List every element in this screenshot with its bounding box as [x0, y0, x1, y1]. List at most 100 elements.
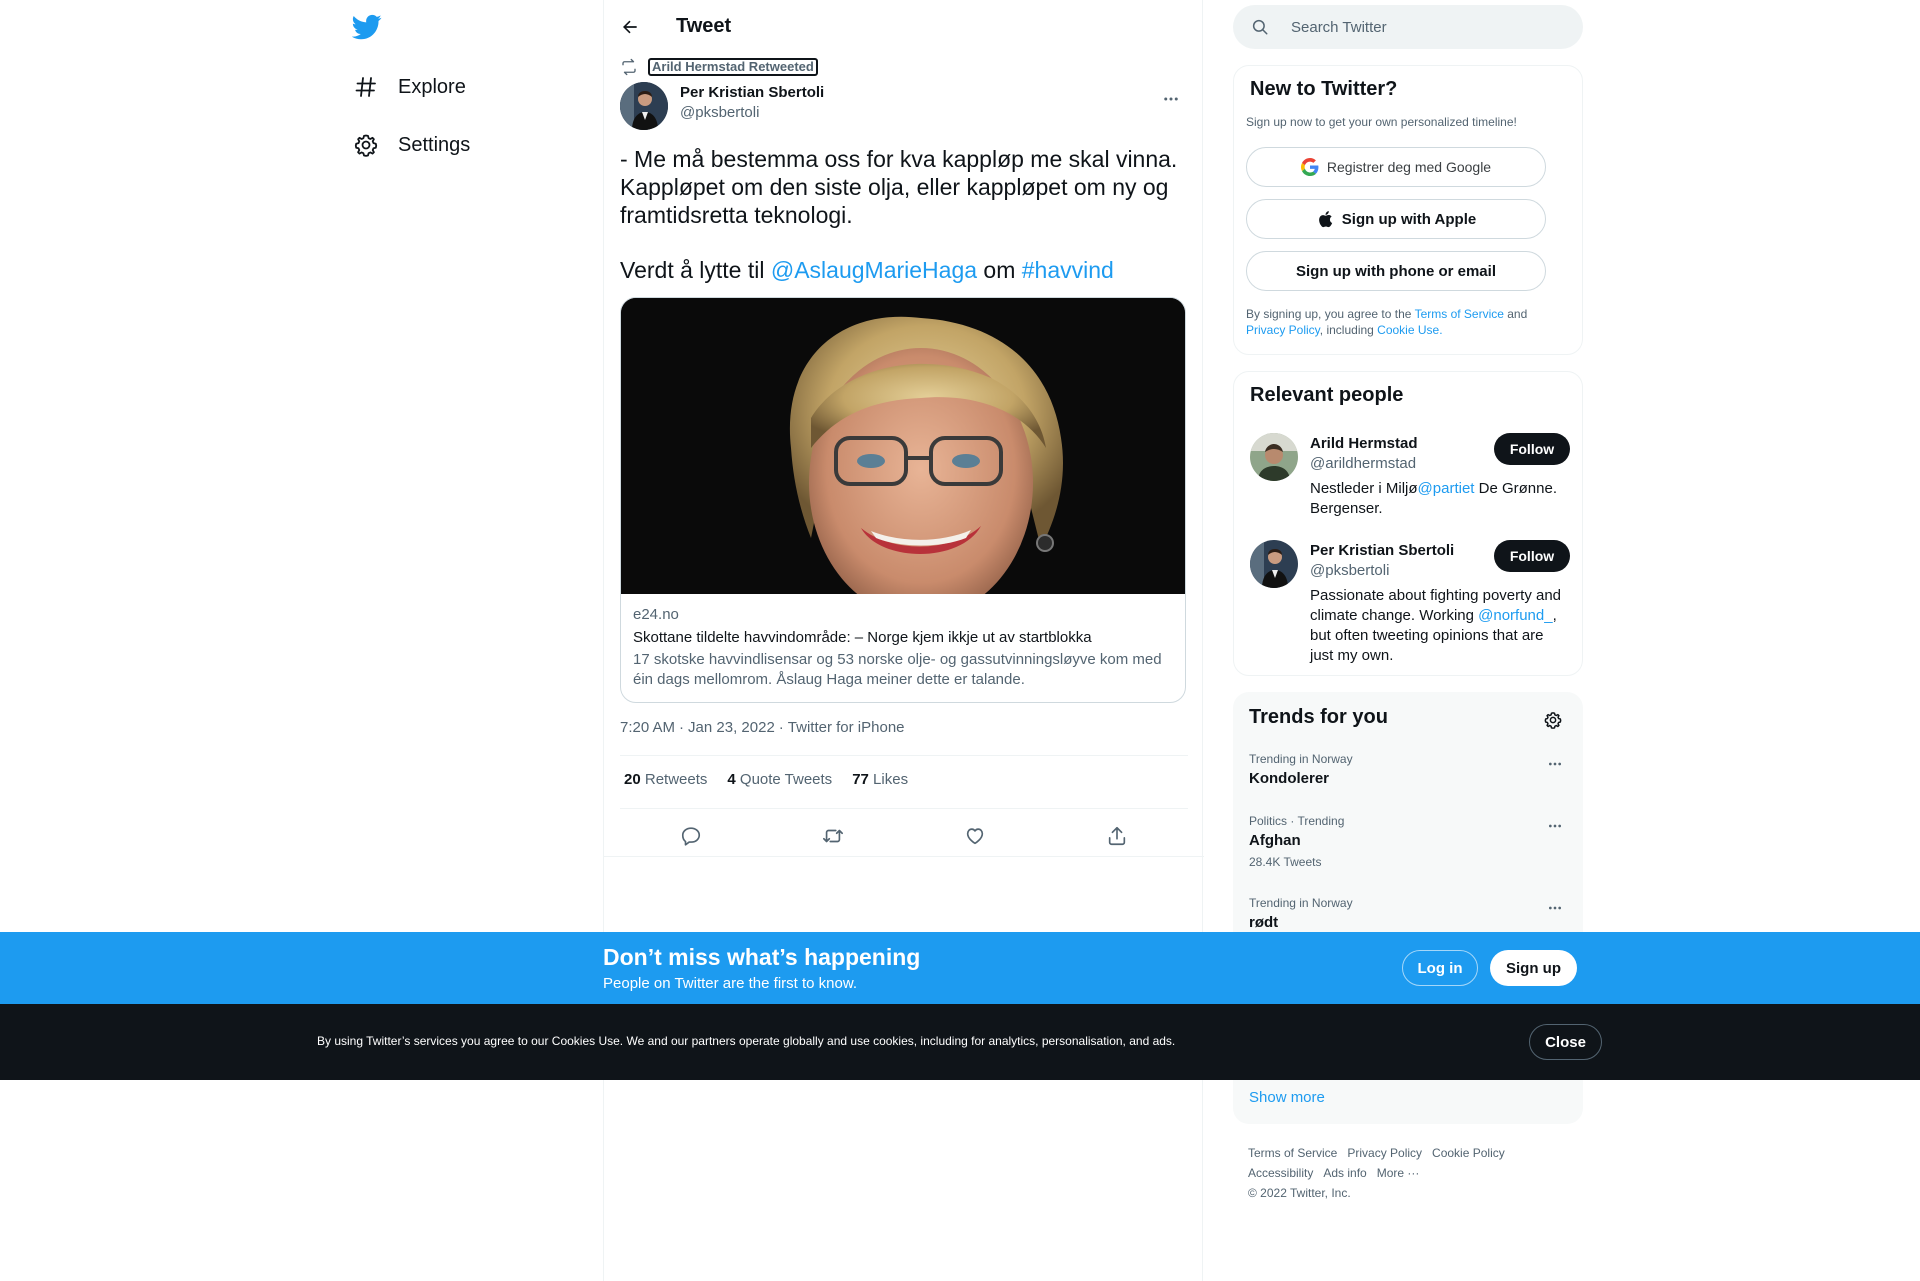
back-button[interactable] — [612, 9, 648, 45]
apple-signup-button[interactable]: Sign up with Apple — [1246, 199, 1546, 239]
trend-context: Trending in Norway — [1249, 896, 1353, 910]
tweet-text: - Me må bestemma oss for kva kappløp me … — [620, 146, 1178, 228]
google-signup-button[interactable]: Registrer deg med Google — [1246, 147, 1546, 187]
signup-terms: By signing up, you agree to the Terms of… — [1246, 306, 1566, 338]
heart-icon — [966, 828, 984, 845]
bio-mention-link[interactable]: @partiet — [1418, 480, 1475, 497]
trend-item[interactable]: Trending in Norway rødt — [1249, 896, 1569, 931]
new-to-twitter-subtitle: Sign up now to get your own personalized… — [1246, 115, 1517, 129]
retweets-stat[interactable]: 20 Retweets — [624, 771, 707, 788]
hashtag-link[interactable]: #havvind — [1022, 257, 1114, 283]
trend-more-button[interactable] — [1541, 896, 1569, 920]
quote-tweets-stat[interactable]: 4 Quote Tweets — [727, 771, 832, 788]
cookie-use-link[interactable]: Cookie Use. — [1377, 323, 1442, 337]
author-name[interactable]: Per Kristian Sbertoli — [680, 84, 824, 101]
like-button[interactable] — [957, 818, 993, 854]
footer-copyright: © 2022 Twitter, Inc. — [1248, 1186, 1351, 1200]
author-avatar[interactable] — [620, 82, 668, 130]
footer-more-link[interactable]: More ··· — [1377, 1166, 1420, 1180]
trend-more-button[interactable] — [1541, 752, 1569, 776]
apple-signup-label: Sign up with Apple — [1341, 210, 1477, 228]
footer-ads-info-link[interactable]: Ads info — [1323, 1166, 1366, 1180]
cookie-close-button[interactable]: Close — [1529, 1024, 1602, 1060]
footer-privacy-link[interactable]: Privacy Policy — [1347, 1146, 1422, 1160]
footer-terms-link[interactable]: Terms of Service — [1248, 1146, 1337, 1160]
tweet-text-second-paragraph: Verdt å lytte til @AslaugMarieHaga om #h… — [620, 256, 1192, 284]
more-icon — [1549, 824, 1561, 828]
divider — [604, 856, 1204, 857]
cookie-banner: By using Twitter’s services you agree to… — [0, 1004, 1920, 1080]
main-column: Tweet Arild Hermstad Retweeted Per Krist… — [603, 0, 1204, 1281]
nav-settings[interactable]: Settings — [352, 123, 486, 167]
main-header: Tweet — [604, 0, 1204, 53]
trend-tweet-count: 28.4K Tweets — [1249, 855, 1322, 869]
search-input[interactable] — [1291, 18, 1561, 36]
person-handle[interactable]: @arildhermstad — [1310, 455, 1416, 472]
divider — [620, 755, 1188, 756]
mention-link[interactable]: @AslaugMarieHaga — [771, 257, 977, 283]
bio-text: Nestleder i Miljø — [1310, 480, 1418, 497]
meta-separator: · — [778, 719, 784, 736]
tweet-source[interactable]: Twitter for iPhone — [788, 719, 905, 736]
card-domain: e24.no — [633, 606, 679, 623]
trend-context: Trending in Norway — [1249, 752, 1353, 766]
page-title: Tweet — [676, 15, 732, 37]
footer-links: Terms of Service Privacy Policy Cookie Pol… — [1248, 1143, 1568, 1203]
trends-settings-button[interactable] — [1537, 704, 1569, 736]
google-icon — [1300, 158, 1319, 176]
retweeter-link[interactable]: Arild Hermstad Retweeted — [648, 58, 818, 76]
tweet-metadata: 7:20 AM · Jan 23, 2022 · Twitter for iPh… — [620, 719, 905, 736]
trend-more-button[interactable] — [1541, 814, 1569, 838]
retweet-icon — [620, 58, 638, 76]
share-icon — [1108, 826, 1126, 846]
twitter-logo-icon[interactable] — [351, 12, 384, 44]
share-button[interactable] — [1099, 818, 1135, 854]
nav-explore[interactable]: Explore — [352, 65, 482, 109]
login-button[interactable]: Log in — [1402, 950, 1478, 986]
retweet-button[interactable] — [815, 818, 851, 854]
person-name[interactable]: Per Kristian Sbertoli — [1310, 542, 1454, 559]
new-to-twitter-panel: New to Twitter? Sign up now to get your … — [1233, 65, 1583, 355]
card-body: e24.no Skottane tildelte havvindområde: … — [633, 606, 1178, 690]
person-name[interactable]: Arild Hermstad — [1310, 435, 1418, 452]
tweet-date[interactable]: Jan 23, 2022 — [688, 719, 775, 736]
footer-row: Terms of Service Privacy Policy Cookie Pol… — [1248, 1143, 1568, 1163]
banner-title: Don’t miss what’s happening — [603, 944, 921, 970]
avatar[interactable] — [1250, 540, 1298, 588]
reply-button[interactable] — [673, 818, 709, 854]
person-card[interactable]: Arild Hermstad @arildhermstad Follow Nes… — [1250, 433, 1570, 533]
trend-item[interactable]: Trending in Norway Kondolerer — [1249, 752, 1569, 787]
person-bio: Nestleder i Miljø@partiet De Grønne. Ber… — [1310, 479, 1570, 519]
show-more-link[interactable]: Show more — [1249, 1089, 1325, 1106]
relevant-people-panel: Relevant people Arild Hermstad @arildher… — [1233, 371, 1583, 676]
cookie-notice-text: By using Twitter’s services you agree to… — [317, 1034, 1176, 1048]
avatar[interactable] — [1250, 433, 1298, 481]
more-options-button[interactable] — [1154, 82, 1188, 116]
retweets-count: 20 — [624, 771, 641, 788]
trend-name: Kondolerer — [1249, 770, 1330, 787]
follow-button[interactable]: Follow — [1494, 433, 1570, 465]
trends-title: Trends for you — [1249, 706, 1388, 728]
phone-email-signup-button[interactable]: Sign up with phone or email — [1246, 251, 1546, 291]
footer-accessibility-link[interactable]: Accessibility — [1248, 1166, 1313, 1180]
signup-button[interactable]: Sign up — [1490, 950, 1577, 986]
follow-button[interactable]: Follow — [1494, 540, 1570, 572]
trend-item[interactable]: Politics · Trending Afghan 28.4K Tweets — [1249, 814, 1569, 869]
privacy-policy-link[interactable]: Privacy Policy — [1246, 323, 1320, 337]
search-box[interactable] — [1233, 5, 1583, 49]
tweet-time[interactable]: 7:20 AM — [620, 719, 675, 736]
signup-banner: Don’t miss what’s happening People on Tw… — [0, 932, 1920, 1004]
footer-cookie-policy-link[interactable]: Cookie Policy — [1432, 1146, 1505, 1160]
retweet-context: Arild Hermstad Retweeted — [620, 58, 818, 76]
author-handle[interactable]: @pksbertoli — [680, 104, 759, 121]
reply-icon — [681, 827, 701, 846]
bio-mention-link[interactable]: @norfund_ — [1478, 607, 1552, 624]
person-handle[interactable]: @pksbertoli — [1310, 562, 1389, 579]
terms-of-service-link[interactable]: Terms of Service — [1415, 307, 1504, 321]
link-card[interactable]: e24.no Skottane tildelte havvindområde: … — [620, 297, 1186, 703]
new-to-twitter-title: New to Twitter? — [1250, 78, 1398, 100]
nav-settings-label: Settings — [398, 133, 471, 156]
likes-stat[interactable]: 77 Likes — [852, 771, 908, 788]
terms-text: By signing up, you agree to the — [1246, 307, 1415, 321]
person-card[interactable]: Per Kristian Sbertoli @pksbertoli Follow… — [1250, 540, 1570, 664]
